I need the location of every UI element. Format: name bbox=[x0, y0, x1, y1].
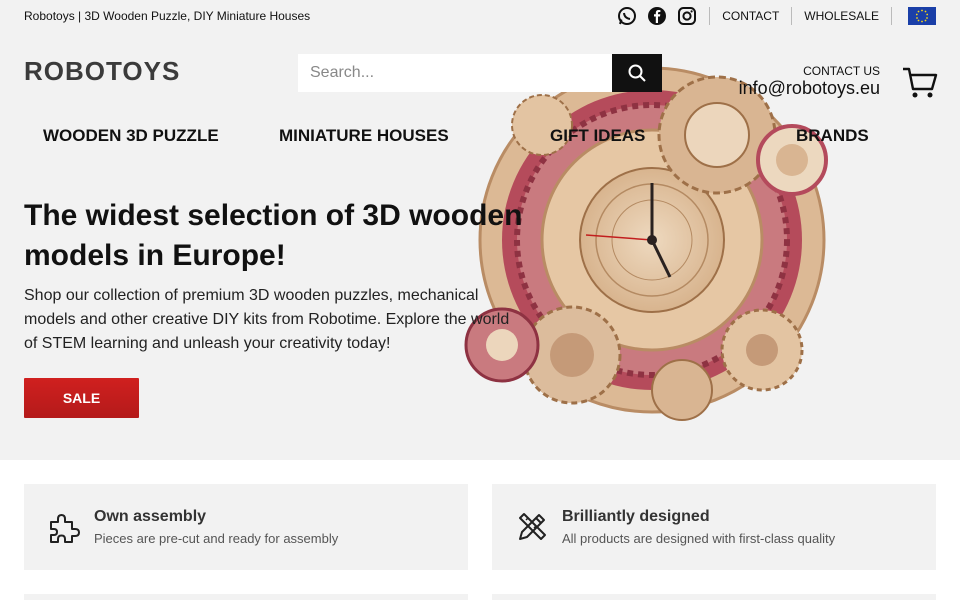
site-logo[interactable]: ROBOTOYS bbox=[24, 56, 180, 87]
feature-text: Own assembly Pieces are pre-cut and read… bbox=[94, 508, 338, 546]
nav-item-wooden-3d-puzzle[interactable]: WOODEN 3D PUZZLE bbox=[43, 126, 219, 146]
feature-card: Own assembly Pieces are pre-cut and read… bbox=[24, 484, 468, 570]
contact-link[interactable]: CONTACT bbox=[710, 9, 791, 23]
contact-email[interactable]: info@robotoys.eu bbox=[739, 78, 880, 99]
social-links bbox=[617, 6, 697, 26]
instagram-icon[interactable] bbox=[677, 6, 697, 26]
feature-card: Brilliantly designed All products are de… bbox=[492, 484, 936, 570]
site-tagline: Robotoys | 3D Wooden Puzzle, DIY Miniatu… bbox=[24, 9, 311, 23]
facebook-icon[interactable] bbox=[647, 6, 667, 26]
eu-flag-icon[interactable] bbox=[908, 7, 936, 25]
feature-title: Brilliantly designed bbox=[562, 508, 710, 525]
feature-card-partial bbox=[24, 594, 468, 600]
wholesale-link[interactable]: WHOLESALE bbox=[792, 9, 891, 23]
nav-item-miniature-houses[interactable]: MINIATURE HOUSES bbox=[279, 126, 449, 146]
divider bbox=[891, 7, 892, 25]
feature-text: Brilliantly designed All products are de… bbox=[562, 508, 835, 546]
hero-description: Shop our collection of premium 3D wooden… bbox=[24, 287, 510, 352]
search-input[interactable] bbox=[298, 54, 612, 92]
nav-item-gift-ideas[interactable]: GIFT IDEAS bbox=[550, 126, 645, 146]
hero-title: The widest selection of 3D wooden models… bbox=[24, 199, 523, 272]
feature-subtitle: All products are designed with first-cla… bbox=[562, 531, 836, 546]
feature-title: Own assembly bbox=[94, 508, 207, 525]
top-bar-right: CONTACT WHOLESALE bbox=[617, 0, 936, 32]
sale-button[interactable]: SALE bbox=[24, 378, 139, 418]
feature-subtitle: Pieces are pre-cut and ready for assembl… bbox=[94, 531, 339, 546]
cart-icon[interactable] bbox=[902, 66, 938, 100]
top-bar: Robotoys | 3D Wooden Puzzle, DIY Miniatu… bbox=[0, 0, 960, 32]
nav-item-brands[interactable]: BRANDS bbox=[796, 126, 869, 146]
search-icon bbox=[628, 64, 646, 82]
search-button[interactable] bbox=[612, 54, 662, 92]
contact-us-label: CONTACT US bbox=[803, 64, 880, 78]
whatsapp-icon[interactable] bbox=[617, 6, 637, 26]
features-section: Own assembly Pieces are pre-cut and read… bbox=[0, 460, 960, 600]
main-nav: WOODEN 3D PUZZLE MINIATURE HOUSES GIFT I… bbox=[0, 116, 960, 156]
pencil-ruler-icon bbox=[514, 509, 550, 545]
feature-card-partial bbox=[492, 594, 936, 600]
header-contact: CONTACT US info@robotoys.eu bbox=[739, 64, 880, 99]
search-bar bbox=[298, 54, 662, 92]
puzzle-icon bbox=[46, 509, 82, 545]
